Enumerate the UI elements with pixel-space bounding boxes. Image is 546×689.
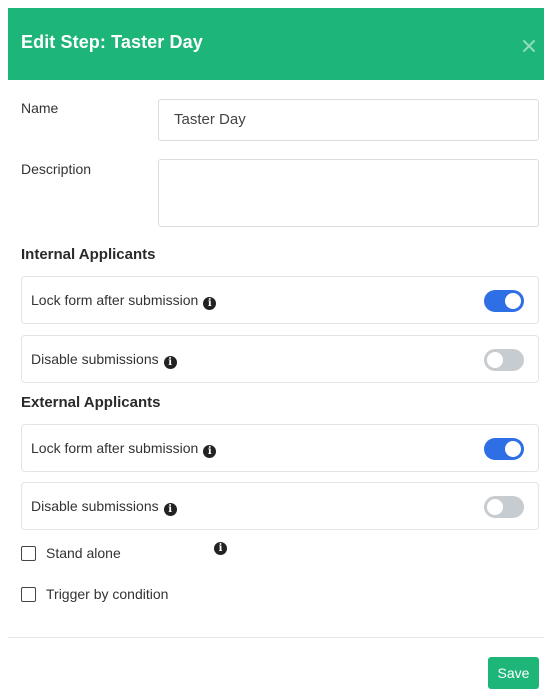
footer-divider [8, 637, 544, 638]
close-icon[interactable] [521, 38, 537, 54]
info-icon[interactable]: i [203, 445, 217, 458]
internal-disable-submissions-label: Disable submissions [31, 351, 159, 367]
info-icon[interactable]: i [163, 356, 177, 369]
external-disable-submissions-label: Disable submissions [31, 498, 159, 514]
description-textarea[interactable] [158, 159, 539, 227]
stand-alone-option[interactable]: Stand alone [21, 545, 121, 561]
external-applicants-heading: External Applicants [21, 394, 161, 411]
info-icon[interactable]: i [214, 542, 227, 555]
trigger-by-condition-label: Trigger by condition [46, 586, 169, 602]
info-icon[interactable]: i [163, 503, 177, 516]
external-lock-form-label: Lock form after submission [31, 440, 199, 456]
external-lock-form-row: Lock form after submission i [21, 424, 539, 472]
internal-applicants-heading: Internal Applicants [21, 246, 156, 263]
modal-title: Edit Step: Taster Day [21, 32, 203, 52]
trigger-by-condition-option[interactable]: Trigger by condition [21, 586, 168, 602]
internal-lock-form-toggle[interactable] [484, 290, 524, 312]
info-icon[interactable]: i [203, 297, 217, 310]
internal-lock-form-label: Lock form after submission [31, 292, 199, 308]
external-disable-submissions-row: Disable submissions i [21, 482, 539, 530]
internal-lock-form-row: Lock form after submission i [21, 276, 539, 324]
stand-alone-checkbox[interactable] [21, 546, 36, 561]
description-label: Description [21, 161, 92, 177]
save-button[interactable]: Save [488, 657, 539, 689]
name-input[interactable]: Taster Day [158, 99, 539, 141]
external-lock-form-toggle[interactable] [484, 438, 524, 460]
stand-alone-label: Stand alone [46, 545, 121, 561]
name-label: Name [21, 100, 59, 116]
internal-disable-submissions-toggle[interactable] [484, 349, 524, 371]
modal-header: Edit Step: Taster Day [8, 8, 544, 80]
external-disable-submissions-toggle[interactable] [484, 496, 524, 518]
trigger-by-condition-checkbox[interactable] [21, 587, 36, 602]
internal-disable-submissions-row: Disable submissions i [21, 335, 539, 383]
